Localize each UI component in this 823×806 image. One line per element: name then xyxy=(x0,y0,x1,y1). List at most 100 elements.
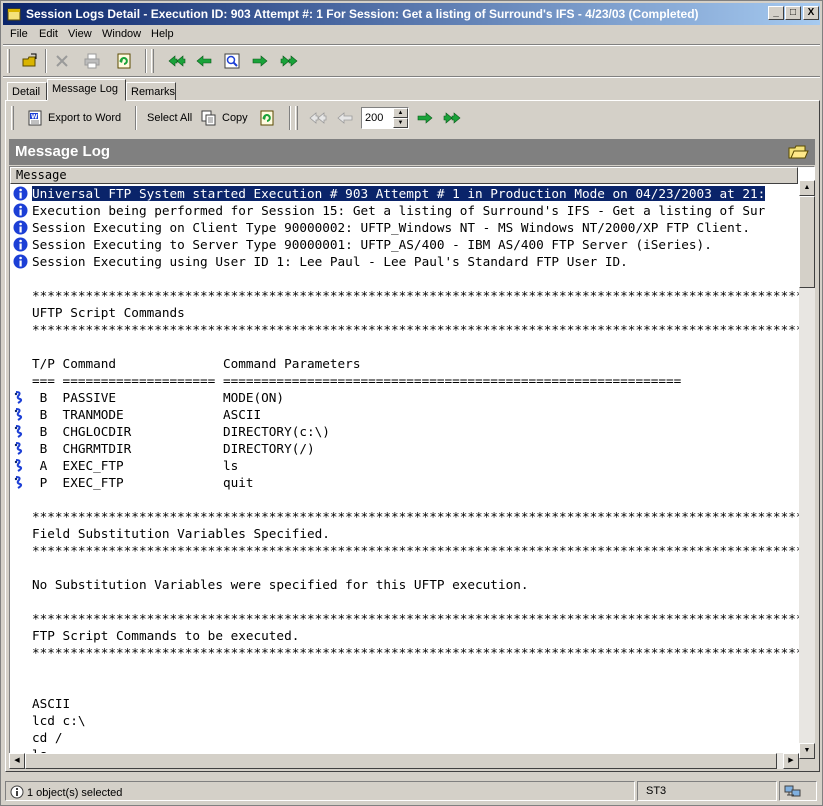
scroll-down-button[interactable]: ▼ xyxy=(799,743,815,759)
message-text: Session Executing to Server Type 9000000… xyxy=(32,237,712,252)
vertical-scroll-thumb[interactable] xyxy=(799,196,815,288)
message-row[interactable]: B CHGLOCDIR DIRECTORY(c:\) xyxy=(10,423,800,440)
next-record-button[interactable] xyxy=(249,50,271,72)
message-row[interactable] xyxy=(10,661,800,678)
arrow-right-icon xyxy=(417,112,433,124)
message-row[interactable]: T/P Command Command Parameters xyxy=(10,355,800,372)
message-row[interactable]: ****************************************… xyxy=(10,321,800,338)
message-row[interactable]: A EXEC_FTP ls xyxy=(10,457,800,474)
spin-down-button[interactable]: ▼ xyxy=(393,118,408,128)
toolbar-grip[interactable] xyxy=(11,106,14,130)
toolbar-separator xyxy=(45,49,47,73)
close-button[interactable]: X xyxy=(803,6,819,20)
message-text: B CHGLOCDIR DIRECTORY(c:\) xyxy=(32,424,330,439)
message-row[interactable]: P EXEC_FTP quit xyxy=(10,474,800,491)
refresh-log-button[interactable] xyxy=(259,107,280,129)
message-row[interactable]: B PASSIVE MODE(ON) xyxy=(10,389,800,406)
message-list[interactable]: Message Universal FTP System started Exe… xyxy=(9,166,815,759)
tab-detail[interactable]: Detail xyxy=(7,82,47,101)
message-row[interactable]: cd / xyxy=(10,729,800,746)
message-text: ****************************************… xyxy=(32,322,800,337)
toolbar-grip[interactable] xyxy=(7,49,10,73)
minimize-button[interactable]: _ xyxy=(768,6,784,20)
menu-file[interactable]: File xyxy=(10,28,28,40)
open-button[interactable] xyxy=(19,50,41,72)
toolbar-separator xyxy=(145,49,147,73)
first-page-button[interactable] xyxy=(309,107,332,129)
info-icon xyxy=(13,254,28,269)
select-all-button[interactable]: Select All xyxy=(147,107,192,129)
message-row[interactable]: B TRANMODE ASCII xyxy=(10,406,800,423)
message-row[interactable] xyxy=(10,559,800,576)
last-record-button[interactable] xyxy=(277,50,299,72)
message-row[interactable]: ****************************************… xyxy=(10,508,800,525)
copy-button[interactable]: Copy xyxy=(201,107,248,129)
message-row[interactable] xyxy=(10,678,800,695)
message-row[interactable]: lcd c:\ xyxy=(10,712,800,729)
message-rows: Universal FTP System started Execution #… xyxy=(10,185,800,758)
menu-help[interactable]: Help xyxy=(151,28,174,40)
export-to-word-button[interactable]: W Export to Word xyxy=(27,107,121,129)
title-bar[interactable]: Session Logs Detail - Execution ID: 903 … xyxy=(3,3,820,25)
toolbar-grip[interactable] xyxy=(295,106,298,130)
horizontal-scrollbar[interactable]: ◀ ▶ xyxy=(9,753,799,769)
page-size-value[interactable]: 200 xyxy=(365,112,383,124)
message-row[interactable] xyxy=(10,338,800,355)
last-page-button[interactable] xyxy=(443,107,466,129)
network-computer-icon xyxy=(784,785,801,797)
scroll-right-button[interactable]: ▶ xyxy=(783,753,799,769)
message-text: Session Executing using User ID 1: Lee P… xyxy=(32,254,628,269)
menu-window[interactable]: Window xyxy=(102,28,141,40)
message-row[interactable]: Session Executing to Server Type 9000000… xyxy=(10,236,800,253)
copy-icon xyxy=(201,110,216,126)
message-row[interactable]: No Substitution Variables were specified… xyxy=(10,576,800,593)
message-row[interactable]: Universal FTP System started Execution #… xyxy=(10,185,800,202)
next-page-button[interactable] xyxy=(417,107,438,129)
delete-button[interactable] xyxy=(51,50,73,72)
toolbar-grip[interactable] xyxy=(151,49,154,73)
menu-edit[interactable]: Edit xyxy=(39,28,58,40)
info-icon xyxy=(13,237,28,252)
message-log-toolbar: W Export to Word Select All Copy 200 ▲ ▼ xyxy=(9,104,814,134)
delete-x-icon xyxy=(56,55,68,67)
message-row[interactable]: UFTP Script Commands xyxy=(10,304,800,321)
horizontal-scroll-thumb[interactable] xyxy=(25,753,777,769)
spin-up-button[interactable]: ▲ xyxy=(393,108,408,118)
message-row[interactable]: ****************************************… xyxy=(10,542,800,559)
maximize-button[interactable]: □ xyxy=(785,6,801,20)
refresh-button[interactable] xyxy=(113,50,135,72)
previous-page-button[interactable] xyxy=(337,107,358,129)
menu-view[interactable]: View xyxy=(68,28,92,40)
message-row[interactable] xyxy=(10,270,800,287)
first-record-button[interactable] xyxy=(165,50,187,72)
message-row[interactable] xyxy=(10,491,800,508)
vertical-scrollbar[interactable]: ▲ ▼ xyxy=(799,180,815,759)
print-button[interactable] xyxy=(81,50,103,72)
page-size-spinner[interactable]: 200 ▲ ▼ xyxy=(361,107,409,129)
toolbar-separator xyxy=(135,106,137,130)
message-row[interactable]: === ==================== ===============… xyxy=(10,372,800,389)
find-button[interactable] xyxy=(221,50,243,72)
tab-message-log[interactable]: Message Log xyxy=(47,79,126,101)
message-row[interactable]: ****************************************… xyxy=(10,644,800,661)
message-row[interactable]: ****************************************… xyxy=(10,610,800,627)
menu-bar: File Edit View Window Help xyxy=(3,25,820,44)
column-header-message[interactable]: Message xyxy=(10,167,798,184)
message-row[interactable]: Execution being performed for Session 15… xyxy=(10,202,800,219)
tab-strip: Detail Message Log Remarks xyxy=(5,79,818,101)
scroll-up-button[interactable]: ▲ xyxy=(799,180,815,196)
scroll-left-button[interactable]: ◀ xyxy=(9,753,25,769)
message-row[interactable]: ****************************************… xyxy=(10,287,800,304)
tab-remarks[interactable]: Remarks xyxy=(126,82,176,101)
script-command-icon xyxy=(14,408,23,421)
message-row[interactable]: Session Executing using User ID 1: Lee P… xyxy=(10,253,800,270)
message-row[interactable]: B CHGRMTDIR DIRECTORY(/) xyxy=(10,440,800,457)
previous-record-button[interactable] xyxy=(193,50,215,72)
message-row[interactable]: ASCII xyxy=(10,695,800,712)
message-row[interactable]: Session Executing on Client Type 9000000… xyxy=(10,219,800,236)
find-page-icon xyxy=(224,53,240,69)
double-arrow-right-icon xyxy=(280,55,298,67)
message-row[interactable] xyxy=(10,593,800,610)
message-row[interactable]: FTP Script Commands to be executed. xyxy=(10,627,800,644)
message-row[interactable]: Field Substitution Variables Specified. xyxy=(10,525,800,542)
